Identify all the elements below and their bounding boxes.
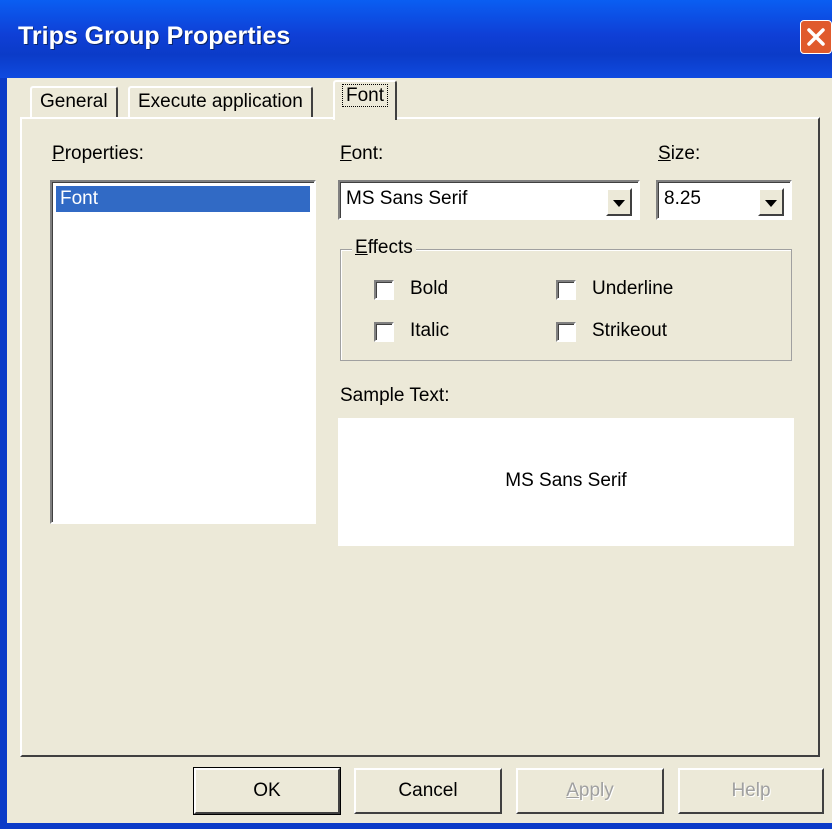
tab-general-label: General	[40, 91, 108, 112]
close-button[interactable]	[800, 20, 832, 54]
tab-panel	[20, 117, 820, 757]
window-title: Trips Group Properties	[18, 22, 291, 50]
cancel-button[interactable]: Cancel	[354, 768, 502, 814]
help-button[interactable]: Help	[678, 768, 824, 814]
tab-general[interactable]: General	[30, 86, 118, 118]
title-bar: Trips Group Properties	[0, 0, 832, 78]
tab-execute-application-label: Execute application	[138, 91, 303, 112]
tab-execute-application[interactable]: Execute application	[128, 86, 313, 118]
ok-button[interactable]: OK	[193, 767, 341, 815]
tab-font[interactable]: Font	[333, 80, 398, 120]
close-icon	[807, 28, 825, 46]
window-frame-left	[0, 78, 7, 829]
window-frame-bottom	[0, 823, 832, 829]
tab-font-label: Font	[341, 84, 389, 107]
apply-button[interactable]: Apply	[516, 768, 664, 814]
